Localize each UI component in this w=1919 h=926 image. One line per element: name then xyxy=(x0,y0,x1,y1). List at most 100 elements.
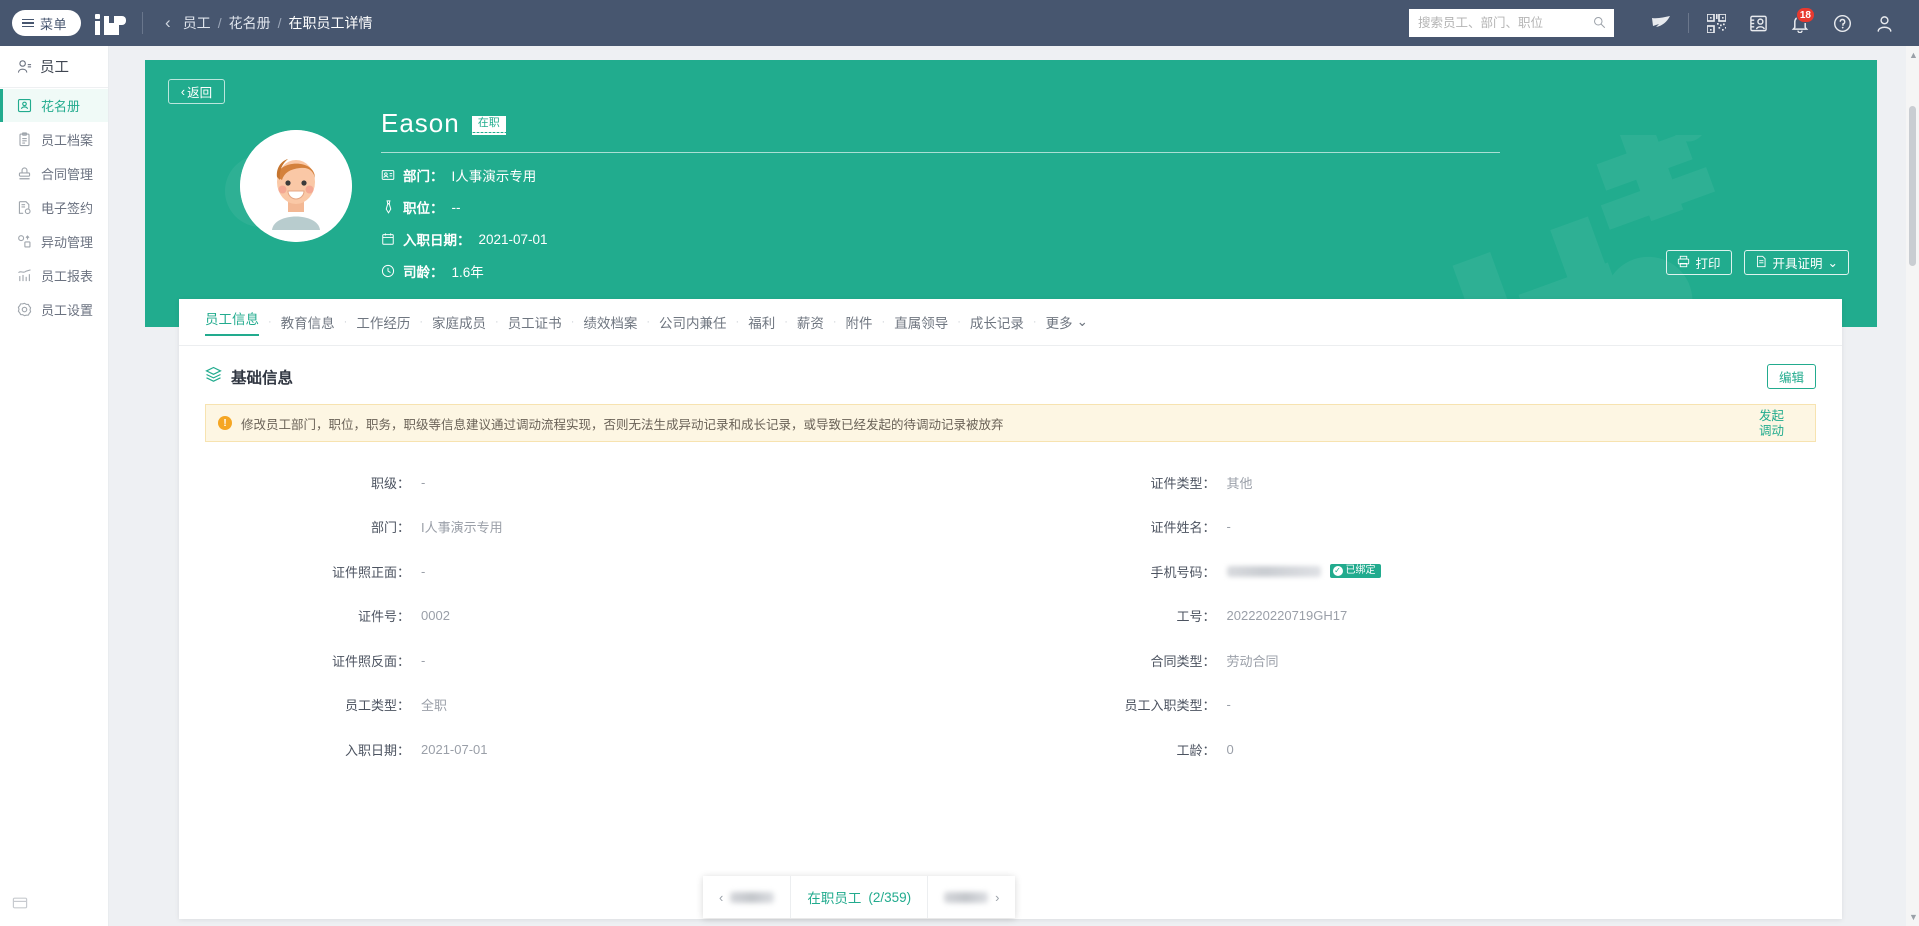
field-value: - xyxy=(421,653,425,668)
tab-separator: · xyxy=(957,316,961,328)
field-label: 员工入职类型： xyxy=(1011,695,1227,714)
avatar xyxy=(240,130,352,242)
chevron-left-icon[interactable]: ‹ xyxy=(159,13,177,33)
scroll-down-icon[interactable]: ▼ xyxy=(1909,912,1918,922)
tab-employee-info[interactable]: 员工信息 xyxy=(205,308,259,336)
tab-work-experience[interactable]: 工作经历 xyxy=(356,312,410,332)
profile-label: 职位： xyxy=(403,197,444,217)
profile-row-department: 部门： I人事演示专用 xyxy=(381,165,1621,185)
sidebar-item-label: 员工档案 xyxy=(41,130,93,149)
file-signature-icon xyxy=(17,200,32,215)
hamburger-icon xyxy=(22,19,34,28)
field-value: - xyxy=(421,475,425,490)
user-avatar-icon[interactable] xyxy=(1863,0,1905,46)
field-contract-type: 合同类型： 劳动合同 xyxy=(1011,638,1817,683)
field-label: 工龄： xyxy=(1011,740,1227,759)
tab-concurrent-post[interactable]: 公司内兼任 xyxy=(659,312,727,332)
field-label: 入职日期： xyxy=(205,740,421,759)
app-root: 菜单 ‹ 员工 / 花名册 / 在职员工详情 xyxy=(0,0,1919,926)
help-icon[interactable] xyxy=(1821,0,1863,46)
pager-next-name-masked xyxy=(944,892,988,903)
feather-icon[interactable] xyxy=(1640,0,1682,46)
field-id-photo-back: 证件照反面： - xyxy=(205,638,1011,683)
profile-name-row: Eason 在职 xyxy=(381,108,1621,139)
certificate-icon xyxy=(1755,255,1768,271)
tab-separator: · xyxy=(344,316,348,328)
detail-card: 员工信息 · 教育信息 · 工作经历 · 家庭成员 · 员工证书 · 绩效档案 … xyxy=(179,299,1842,919)
status-badge: 在职 xyxy=(472,116,506,132)
tab-certificates[interactable]: 员工证书 xyxy=(508,312,562,332)
back-button[interactable]: ‹ 返回 xyxy=(168,79,225,104)
field-label: 工号： xyxy=(1011,606,1227,625)
contacts-icon[interactable] xyxy=(1737,0,1779,46)
profile-label: 部门： xyxy=(403,165,444,185)
tab-more[interactable]: 更多 ⌄ xyxy=(1046,312,1088,332)
breadcrumb-item-roster[interactable]: 花名册 xyxy=(229,13,271,33)
chevron-left-icon: ‹ xyxy=(719,890,723,905)
ihr-logo[interactable] xyxy=(95,11,126,35)
chevron-left-icon: ‹ xyxy=(181,85,185,99)
tab-education[interactable]: 教育信息 xyxy=(281,312,335,332)
field-value-masked: ✓ 已绑定 xyxy=(1227,564,1381,578)
tab-direct-manager[interactable]: 直属领导 xyxy=(894,312,948,332)
page-scrollbar[interactable]: ▲ ▼ xyxy=(1906,46,1919,926)
breadcrumb-item-current: 在职员工详情 xyxy=(288,13,372,33)
field-id-name: 证件姓名： - xyxy=(1011,505,1817,550)
scrollbar-thumb[interactable] xyxy=(1909,106,1916,266)
print-button[interactable]: 打印 xyxy=(1666,250,1731,275)
chevron-right-icon: › xyxy=(995,890,999,905)
tab-growth-record[interactable]: 成长记录 xyxy=(970,312,1024,332)
breadcrumb-item-employee[interactable]: 员工 xyxy=(183,13,211,33)
info-column-left: 职级： - 部门： I人事演示专用 证件照正面： - 证件号： 0002 xyxy=(205,460,1011,772)
sidebar-item-archive[interactable]: 员工档案 xyxy=(0,123,108,156)
stamp-icon xyxy=(17,166,32,181)
field-value: - xyxy=(1227,697,1231,712)
tab-attachments[interactable]: 附件 xyxy=(846,312,873,332)
notification-bell-icon[interactable]: 18 xyxy=(1779,0,1821,46)
issue-certificate-button[interactable]: 开具证明 ⌄ xyxy=(1744,250,1850,275)
field-onboard-type: 员工入职类型： - xyxy=(1011,683,1817,728)
sidebar-item-transfer[interactable]: 异动管理 xyxy=(0,225,108,258)
sidebar-item-settings[interactable]: 员工设置 xyxy=(0,293,108,326)
edit-button[interactable]: 编辑 xyxy=(1767,364,1816,389)
sidebar-item-contract[interactable]: 合同管理 xyxy=(0,157,108,190)
menu-button[interactable]: 菜单 xyxy=(12,10,81,36)
tab-salary[interactable]: 薪资 xyxy=(797,312,824,332)
tie-icon xyxy=(381,200,395,214)
chevron-down-icon: ⌄ xyxy=(1828,255,1838,270)
scroll-up-icon[interactable]: ▲ xyxy=(1909,50,1918,60)
sidebar-header: 员工 xyxy=(0,46,108,88)
field-label: 证件类型： xyxy=(1011,473,1227,492)
calendar-icon xyxy=(381,232,395,246)
qrcode-icon[interactable] xyxy=(1695,0,1737,46)
profile-summary: Eason 在职 部门： I人事演示专用 xyxy=(381,108,1621,281)
pager-current[interactable]: 在职员工 (2/359) xyxy=(790,876,927,918)
layers-icon xyxy=(205,366,222,388)
bound-badge: ✓ 已绑定 xyxy=(1330,564,1381,578)
print-button-label: 打印 xyxy=(1695,253,1720,272)
field-label: 手机号码： xyxy=(1011,562,1227,581)
pager-prev[interactable]: ‹ xyxy=(703,876,790,918)
tab-separator: · xyxy=(571,316,575,328)
breadcrumb-separator: / xyxy=(218,15,222,31)
pager-next[interactable]: › xyxy=(927,876,1015,918)
sidebar-item-report[interactable]: 员工报表 xyxy=(0,259,108,292)
sidebar-item-roster[interactable]: 花名册 xyxy=(0,89,108,122)
field-label: 部门： xyxy=(205,517,421,536)
tab-separator: · xyxy=(1033,316,1037,328)
top-bar-right: 18 xyxy=(1409,0,1919,46)
pager-current-label: 在职员工 xyxy=(807,887,861,907)
sidebar-item-esign[interactable]: 电子签约 xyxy=(0,191,108,224)
field-value: - xyxy=(1227,519,1231,534)
tab-benefits[interactable]: 福利 xyxy=(748,312,775,332)
tab-separator: · xyxy=(495,316,499,328)
initiate-transfer-link[interactable]: 发起调动 xyxy=(1759,409,1793,439)
section-title: 基础信息 xyxy=(231,366,293,388)
search-input[interactable] xyxy=(1409,9,1614,37)
clock-icon xyxy=(381,264,395,278)
tab-performance[interactable]: 绩效档案 xyxy=(583,312,637,332)
global-search[interactable] xyxy=(1409,9,1614,37)
profile-row-hiredate: 入职日期： 2021-07-01 xyxy=(381,229,1621,249)
tab-family[interactable]: 家庭成员 xyxy=(432,312,486,332)
collapse-sidebar-icon[interactable] xyxy=(12,895,28,916)
